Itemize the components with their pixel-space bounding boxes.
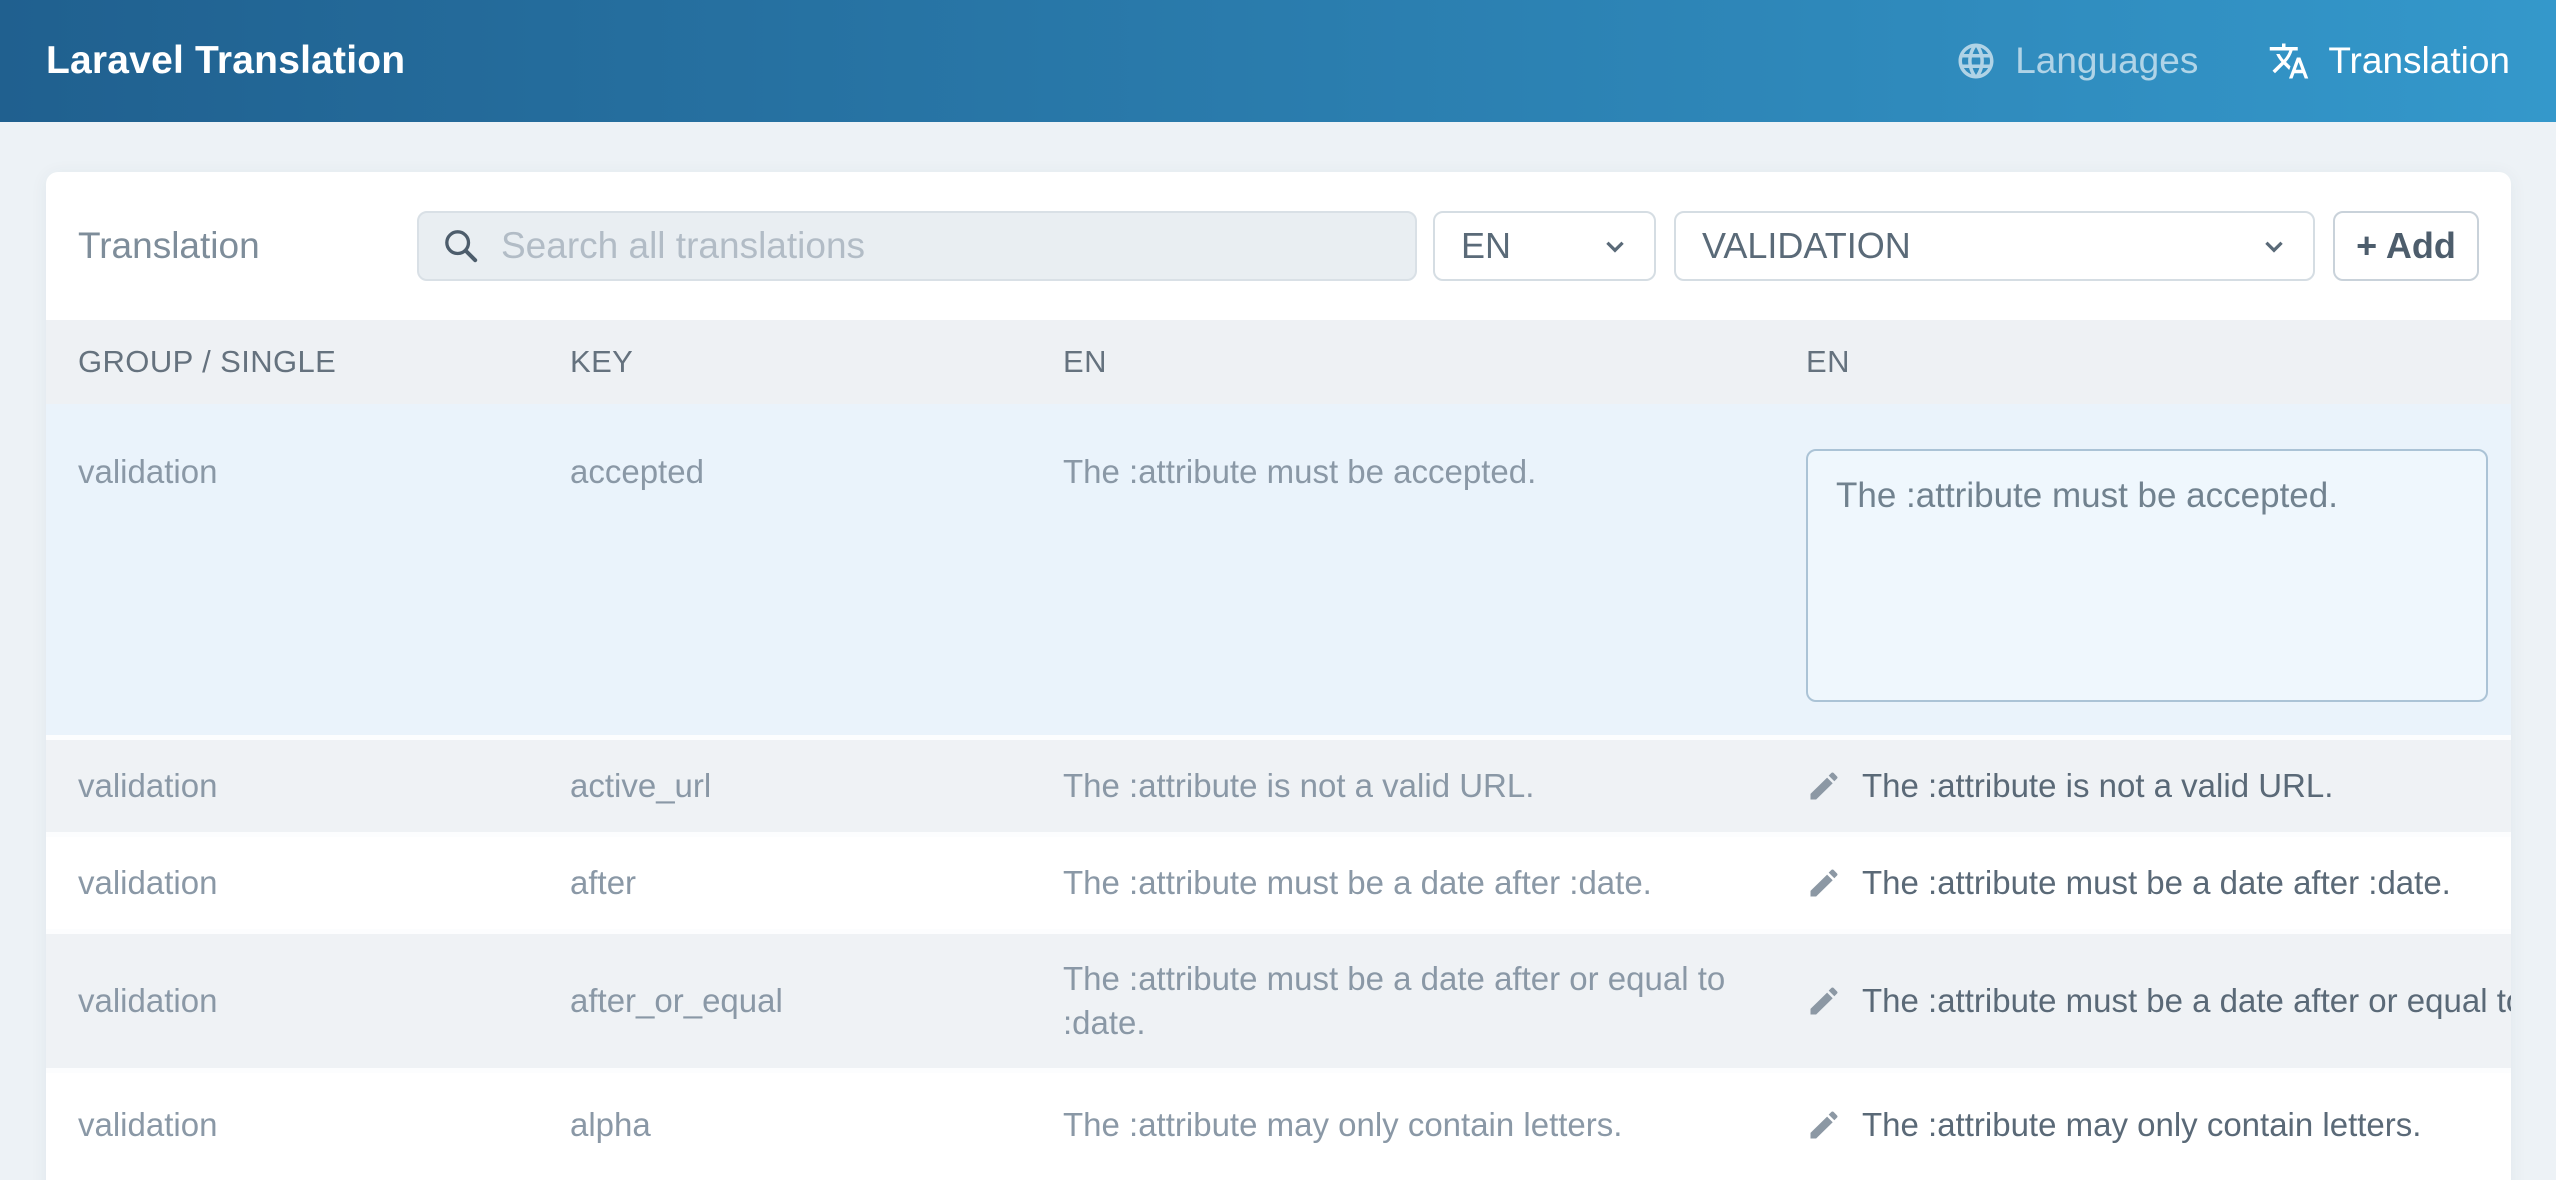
locale-select[interactable]: EN [1433, 211, 1656, 281]
search-box [417, 211, 1417, 281]
cell-translation[interactable]: The :attribute is not a valid URL. [1806, 764, 2511, 808]
edit-pencil-icon [1806, 1107, 1842, 1143]
cell-group: validation [78, 1103, 570, 1147]
translation-text: The :attribute is not a valid URL. [1862, 764, 2333, 808]
chevron-down-icon [1602, 233, 1628, 259]
cell-key: accepted [570, 404, 1063, 494]
cell-translation: The :attribute must be accepted. [1806, 404, 2511, 710]
cell-key: alpha [570, 1103, 1063, 1147]
group-select[interactable]: VALIDATION [1674, 211, 2315, 281]
translation-panel: Translation EN VALIDATION + Add GROUP / … [46, 172, 2511, 1180]
app-title: Laravel Translation [46, 39, 405, 83]
globe-icon [1955, 40, 1997, 82]
search-input[interactable] [501, 225, 1393, 267]
table-row[interactable]: validation alpha The :attribute may only… [46, 1073, 2511, 1176]
translation-text: The :attribute must be a date after :dat… [1862, 861, 2451, 905]
nav-links: Languages Translation [1955, 40, 2510, 82]
nav-link-languages[interactable]: Languages [1955, 40, 2198, 82]
cell-translation[interactable]: The :attribute may only contain letters. [1806, 1103, 2511, 1147]
panel-title: Translation [78, 225, 417, 267]
cell-group: validation [78, 979, 570, 1023]
cell-source-text: The :attribute must be a date after or e… [1063, 957, 1806, 1045]
cell-translation[interactable]: The :attribute must be a date after or e… [1806, 979, 2511, 1023]
cell-group: validation [78, 764, 570, 808]
nav-link-label: Languages [2015, 40, 2198, 82]
edit-pencil-icon [1806, 865, 1842, 901]
navbar: Laravel Translation Languages Translatio… [0, 0, 2556, 122]
column-header-group: GROUP / SINGLE [78, 344, 570, 380]
cell-group: validation [78, 404, 570, 494]
edit-pencil-icon [1806, 768, 1842, 804]
cell-source-text: The :attribute may only contain letters. [1063, 1103, 1806, 1147]
cell-key: after [570, 861, 1063, 905]
column-header-source-locale: EN [1063, 344, 1806, 380]
group-select-value: VALIDATION [1702, 225, 1911, 267]
add-button[interactable]: + Add [2333, 211, 2479, 281]
cell-source-text: The :attribute must be a date after :dat… [1063, 861, 1806, 905]
cell-translation[interactable]: The :attribute must be a date after :dat… [1806, 861, 2511, 905]
search-icon [441, 226, 481, 266]
edit-pencil-icon [1806, 983, 1842, 1019]
locale-select-value: EN [1461, 225, 1511, 267]
translation-edit-textarea[interactable]: The :attribute must be accepted. [1806, 449, 2488, 702]
column-header-key: KEY [570, 344, 1063, 380]
cell-source-text: The :attribute must be accepted. [1063, 404, 1806, 494]
cell-key: after_or_equal [570, 979, 1063, 1023]
translation-text: The :attribute may only contain letters. [1862, 1103, 2421, 1147]
nav-link-label: Translation [2328, 40, 2510, 82]
table-row[interactable]: validation accepted The :attribute must … [46, 404, 2511, 740]
table-row[interactable]: validation after The :attribute must be … [46, 837, 2511, 934]
toolbar: Translation EN VALIDATION + Add [46, 172, 2511, 320]
chevron-down-icon [2261, 233, 2287, 259]
nav-link-translation[interactable]: Translation [2268, 40, 2510, 82]
cell-key: active_url [570, 764, 1063, 808]
translation-text: The :attribute must be a date after or e… [1862, 979, 2511, 1023]
translate-icon [2268, 40, 2310, 82]
cell-group: validation [78, 861, 570, 905]
column-header-target-locale: EN [1806, 344, 2511, 380]
table-header: GROUP / SINGLE KEY EN EN [46, 320, 2511, 404]
table-row[interactable]: validation active_url The :attribute is … [46, 740, 2511, 837]
table-row[interactable]: validation after_or_equal The :attribute… [46, 934, 2511, 1073]
cell-source-text: The :attribute is not a valid URL. [1063, 764, 1806, 808]
